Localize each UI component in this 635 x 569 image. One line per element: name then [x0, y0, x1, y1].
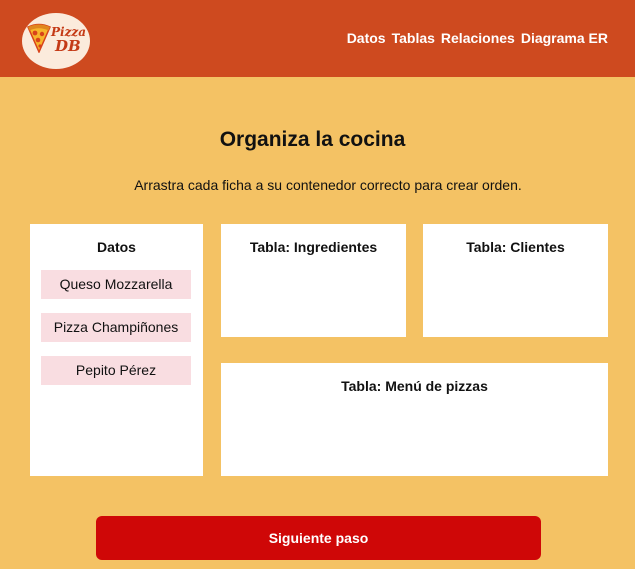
nav-diagrama-er[interactable]: Diagrama ER [521, 30, 608, 46]
pizza-slice-icon [27, 23, 51, 53]
data-chip-queso-mozzarella[interactable]: Queso Mozzarella [41, 270, 191, 299]
main-nav: Datos Tablas Relaciones Diagrama ER [347, 30, 608, 46]
datos-panel[interactable]: Datos Queso Mozzarella Pizza Champiñones… [30, 224, 203, 476]
page-subtitle: Arrastra cada ficha a su contenedor corr… [134, 177, 522, 193]
logo-text-db: DB [55, 37, 81, 55]
drop-zone-clientes[interactable]: Tabla: Clientes [423, 224, 608, 337]
drop-zone-menu-pizzas[interactable]: Tabla: Menú de pizzas [221, 363, 608, 476]
datos-heading: Datos [97, 239, 136, 255]
drop-zone-clientes-title: Tabla: Clientes [466, 239, 565, 255]
data-chip-pepito-perez[interactable]: Pepito Pérez [41, 356, 191, 385]
page-title: Organiza la cocina [219, 128, 406, 151]
pizza-db-logo[interactable]: Pizza DB [22, 13, 90, 69]
drop-zone-ingredientes-title: Tabla: Ingredientes [249, 239, 378, 255]
data-chip-pizza-champinones[interactable]: Pizza Champiñones [41, 313, 191, 342]
nav-tablas[interactable]: Tablas [392, 30, 435, 46]
next-step-button[interactable]: Siguiente paso [96, 516, 541, 560]
drop-zone-ingredientes[interactable]: Tabla: Ingredientes [221, 224, 406, 337]
top-bar: Pizza DB Datos Tablas Relaciones Diagram… [0, 0, 635, 77]
nav-datos[interactable]: Datos [347, 30, 386, 46]
nav-relaciones[interactable]: Relaciones [441, 30, 515, 46]
drop-zone-menu-title: Tabla: Menú de pizzas [341, 378, 488, 394]
